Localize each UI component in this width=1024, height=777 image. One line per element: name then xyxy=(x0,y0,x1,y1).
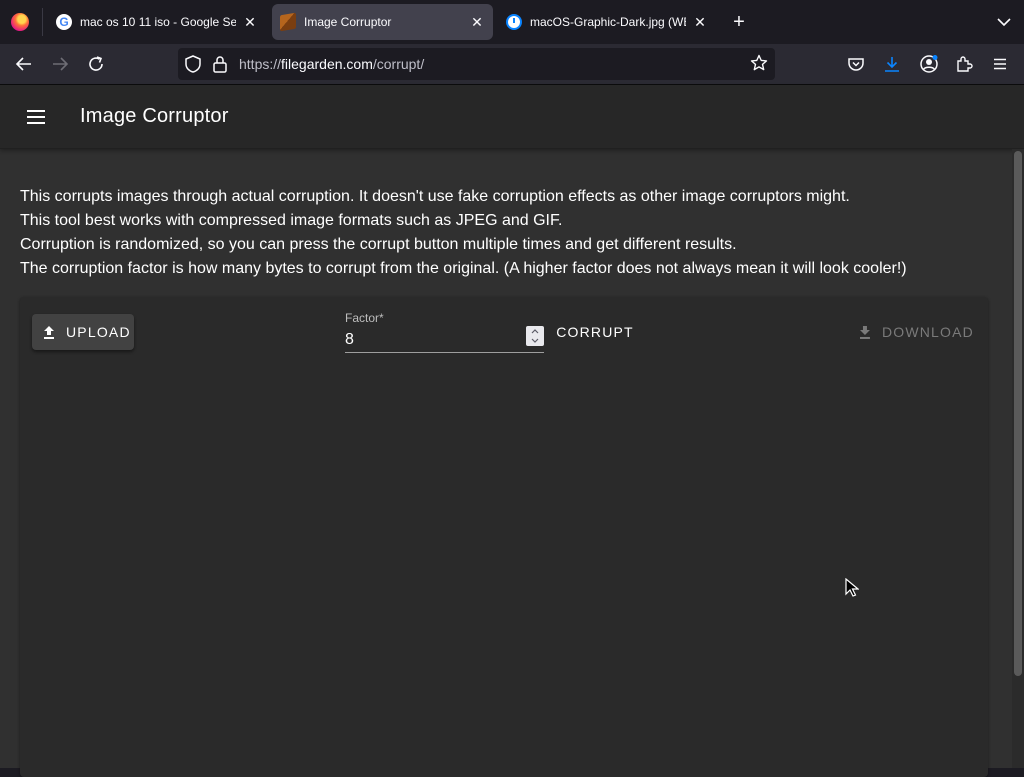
reload-icon xyxy=(89,56,103,71)
account-button[interactable] xyxy=(917,52,941,76)
description-line: The corruption factor is how many bytes … xyxy=(20,260,907,277)
menu-button[interactable] xyxy=(24,105,48,129)
pocket-icon xyxy=(848,58,864,71)
tab-separator xyxy=(42,8,43,36)
google-icon xyxy=(56,14,72,30)
page-scrollbar[interactable] xyxy=(1012,149,1024,768)
factor-field[interactable]: Factor* xyxy=(345,311,544,353)
description-line: This tool best works with compressed ima… xyxy=(20,212,563,229)
shield-icon[interactable] xyxy=(184,54,202,79)
firefox-icon[interactable] xyxy=(11,13,29,31)
app-menu-button[interactable] xyxy=(988,52,1012,76)
scrollbar-thumb[interactable] xyxy=(1014,151,1022,676)
tab-title: macOS-Graphic-Dark.jpg (WEBP Image) xyxy=(530,15,686,29)
factor-stepper[interactable] xyxy=(526,326,544,346)
address-bar[interactable]: https://filegarden.com/corrupt/ xyxy=(178,48,775,80)
menu-icon xyxy=(27,110,45,124)
app-bar: Image Corruptor xyxy=(0,85,1024,149)
page-title: Image Corruptor xyxy=(80,105,229,127)
factor-input[interactable] xyxy=(345,328,515,352)
pocket-button[interactable] xyxy=(844,52,868,76)
tab-strip: mac os 10 11 iso - Google Search ✕ Image… xyxy=(0,0,1024,44)
list-all-tabs-button[interactable] xyxy=(994,12,1014,32)
upload-label: UPLOAD xyxy=(66,324,131,340)
close-icon[interactable]: ✕ xyxy=(469,14,485,30)
lock-icon[interactable] xyxy=(212,54,228,79)
box-icon xyxy=(280,12,296,32)
close-icon[interactable]: ✕ xyxy=(242,14,258,30)
chevron-up-icon[interactable] xyxy=(526,326,544,336)
upload-icon xyxy=(44,326,54,339)
mouse-cursor-icon xyxy=(845,578,859,597)
chevron-down-icon xyxy=(997,18,1011,27)
corrupt-button[interactable]: CORRUPT xyxy=(550,314,640,350)
url-path: /corrupt/ xyxy=(372,56,425,72)
bookmark-star-icon[interactable] xyxy=(750,54,768,77)
corrupt-label: CORRUPT xyxy=(556,324,634,340)
tab-title: mac os 10 11 iso - Google Search xyxy=(80,15,236,29)
extensions-button[interactable] xyxy=(952,52,976,76)
arrow-right-icon xyxy=(53,57,69,71)
chevron-down-icon[interactable] xyxy=(526,336,544,346)
downloads-button[interactable] xyxy=(880,52,904,76)
upload-button[interactable]: UPLOAD xyxy=(32,314,134,350)
new-tab-button[interactable]: + xyxy=(729,12,749,32)
tab-macos-graphic[interactable]: macOS-Graphic-Dark.jpg (WEBP Image) ✕ xyxy=(498,4,716,40)
url-domain: filegarden.com xyxy=(281,56,373,72)
reload-button[interactable] xyxy=(84,52,108,76)
description-line: Corruption is randomized, so you can pre… xyxy=(20,236,737,253)
download-button[interactable]: DOWNLOAD xyxy=(848,314,974,350)
arrow-left-icon xyxy=(15,57,31,71)
factor-label: Factor* xyxy=(345,311,384,325)
tab-title: Image Corruptor xyxy=(304,15,392,29)
description: This corrupts images through actual corr… xyxy=(20,185,1010,281)
corruptor-card: UPLOAD Factor* CORRUPT DOWNLOAD xyxy=(20,297,988,777)
description-line: This corrupts images through actual corr… xyxy=(20,188,850,205)
back-button[interactable] xyxy=(12,52,36,76)
url-text[interactable]: https://filegarden.com/corrupt/ xyxy=(239,56,424,72)
close-icon[interactable]: ✕ xyxy=(692,14,708,30)
forward-button[interactable] xyxy=(48,52,72,76)
clock-icon xyxy=(506,14,522,30)
account-icon xyxy=(920,55,938,73)
download-label: DOWNLOAD xyxy=(881,324,974,340)
tab-image-corruptor[interactable]: Image Corruptor ✕ xyxy=(272,4,493,40)
puzzle-icon xyxy=(957,56,973,72)
page-content: Image Corruptor This corrupts images thr… xyxy=(0,85,1024,777)
hamburger-icon xyxy=(994,58,1006,70)
tab-google-search[interactable]: mac os 10 11 iso - Google Search ✕ xyxy=(48,4,266,40)
download-icon xyxy=(859,326,870,339)
navigation-toolbar: https://filegarden.com/corrupt/ xyxy=(0,44,1024,84)
url-scheme: https:// xyxy=(239,56,282,72)
download-icon xyxy=(885,57,899,72)
